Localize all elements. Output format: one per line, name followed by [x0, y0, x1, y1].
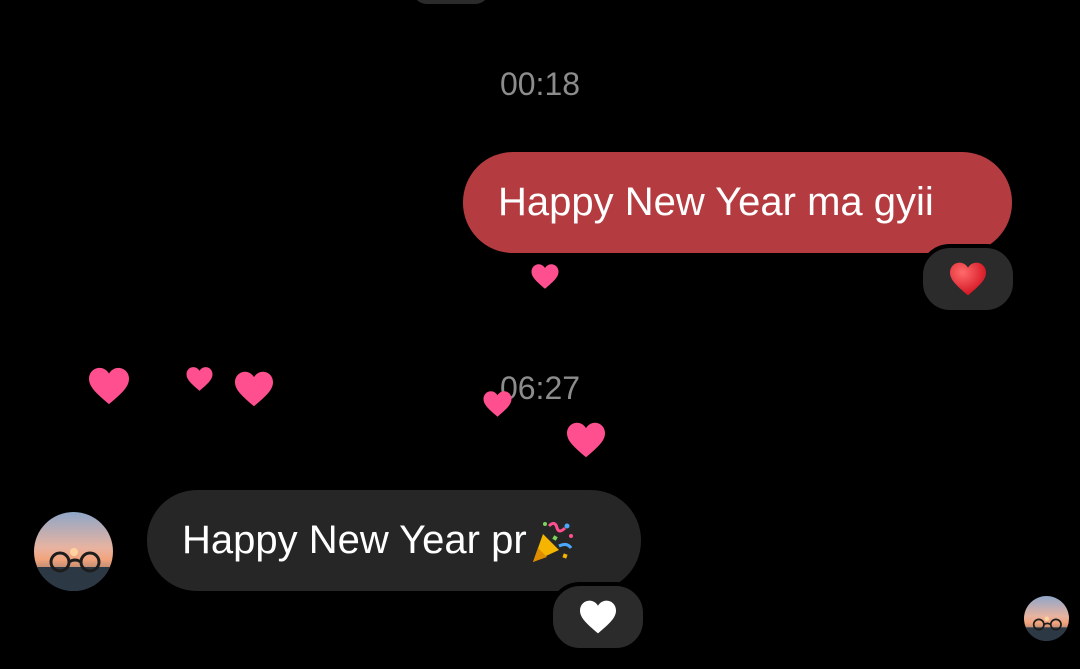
floating-heart-icon — [89, 367, 129, 405]
avatar-image — [34, 512, 113, 591]
sent-message-text: Happy New Year ma gyii — [498, 180, 934, 224]
timestamp: 06:27 — [499, 370, 581, 406]
avatar-image — [1024, 596, 1069, 641]
floating-heart-icon — [235, 371, 273, 407]
red-heart-icon — [950, 262, 986, 296]
received-message-text: Happy New Year pr — [182, 518, 527, 562]
scroll-pill — [412, 0, 490, 4]
chat-screen: 00:18 Happy New Year ma gyii 06:27 Happy… — [0, 0, 1080, 669]
message-reaction[interactable] — [919, 244, 1017, 314]
received-message-bubble[interactable]: Happy New Year pr — [147, 490, 641, 591]
message-reaction[interactable] — [549, 582, 647, 652]
party-popper-icon — [532, 521, 573, 562]
floating-heart-icon — [531, 264, 559, 289]
floating-heart-icon — [483, 391, 512, 417]
sent-message-bubble[interactable]: Happy New Year ma gyii — [463, 152, 1012, 253]
timestamp: 00:18 — [499, 66, 581, 102]
read-receipt-avatar — [1024, 596, 1069, 641]
white-heart-icon — [580, 600, 616, 634]
contact-avatar[interactable] — [34, 512, 113, 591]
floating-heart-icon — [186, 367, 213, 391]
floating-heart-icon — [567, 422, 605, 458]
